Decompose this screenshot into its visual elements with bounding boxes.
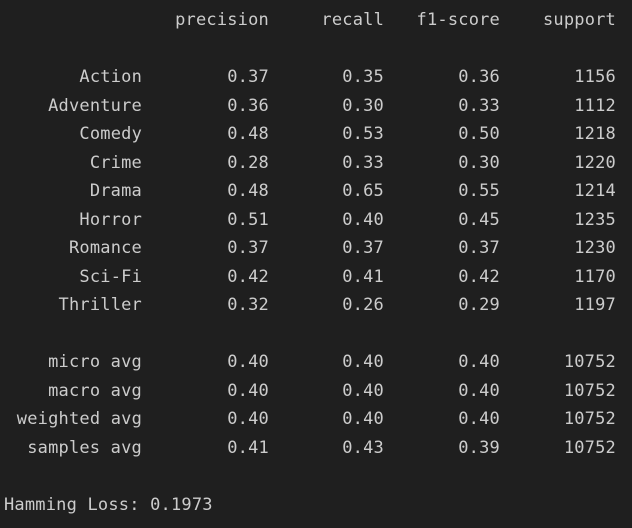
row-precision: 0.32 xyxy=(227,295,269,315)
row-f1-score: 0.33 xyxy=(458,96,500,116)
row-support: 1197 xyxy=(574,295,616,315)
report-row: Sci-Fi 0.42 0.41 0.42 1170 xyxy=(0,263,632,291)
row-support: 1230 xyxy=(574,238,616,258)
row-precision: 0.42 xyxy=(227,267,269,287)
avg-precision: 0.40 xyxy=(227,381,269,401)
row-f1-score: 0.30 xyxy=(458,153,500,173)
report-row: Crime 0.28 0.33 0.30 1220 xyxy=(0,149,632,177)
average-row: micro avg 0.40 0.40 0.40 10752 xyxy=(0,348,632,376)
row-precision: 0.28 xyxy=(227,153,269,173)
row-f1-score: 0.42 xyxy=(458,267,500,287)
row-label: Sci-Fi xyxy=(79,267,142,287)
avg-recall: 0.40 xyxy=(342,381,384,401)
row-recall: 0.65 xyxy=(342,181,384,201)
row-support: 1218 xyxy=(574,124,616,144)
average-row: weighted avg 0.40 0.40 0.40 10752 xyxy=(0,405,632,433)
header-f1-score: f1-score xyxy=(416,10,500,30)
row-precision: 0.48 xyxy=(227,124,269,144)
report-row: Comedy 0.48 0.53 0.50 1218 xyxy=(0,120,632,148)
row-precision: 0.37 xyxy=(227,238,269,258)
row-f1-score: 0.37 xyxy=(458,238,500,258)
row-f1-score: 0.55 xyxy=(458,181,500,201)
row-precision: 0.36 xyxy=(227,96,269,116)
row-label: Horror xyxy=(79,210,142,230)
avg-precision: 0.40 xyxy=(227,409,269,429)
row-label: Drama xyxy=(89,181,142,201)
row-recall: 0.35 xyxy=(342,67,384,87)
average-row: samples avg 0.41 0.43 0.39 10752 xyxy=(0,434,632,462)
avg-f1-score: 0.40 xyxy=(458,409,500,429)
avg-label: samples avg xyxy=(27,438,142,458)
row-recall: 0.41 xyxy=(342,267,384,287)
row-label: Adventure xyxy=(48,96,142,116)
row-precision: 0.37 xyxy=(227,67,269,87)
row-recall: 0.26 xyxy=(342,295,384,315)
avg-f1-score: 0.39 xyxy=(458,438,500,458)
row-f1-score: 0.36 xyxy=(458,67,500,87)
avg-f1-score: 0.40 xyxy=(458,352,500,372)
row-recall: 0.30 xyxy=(342,96,384,116)
avg-recall: 0.43 xyxy=(342,438,384,458)
row-recall: 0.40 xyxy=(342,210,384,230)
report-header-row: precision recall f1-score support xyxy=(0,6,632,34)
row-f1-score: 0.50 xyxy=(458,124,500,144)
row-support: 1235 xyxy=(574,210,616,230)
hamming-loss-line: Hamming Loss: 0.1973 xyxy=(4,495,213,515)
avg-label: micro avg xyxy=(48,352,142,372)
row-f1-score: 0.45 xyxy=(458,210,500,230)
row-precision: 0.51 xyxy=(227,210,269,230)
row-label: Crime xyxy=(89,153,142,173)
report-row: Drama 0.48 0.65 0.55 1214 xyxy=(0,177,632,205)
avg-recall: 0.40 xyxy=(342,409,384,429)
avg-precision: 0.40 xyxy=(227,352,269,372)
row-support: 1220 xyxy=(574,153,616,173)
header-recall: recall xyxy=(321,10,384,30)
row-label: Romance xyxy=(68,238,142,258)
row-recall: 0.37 xyxy=(342,238,384,258)
avg-support: 10752 xyxy=(563,381,616,401)
row-label: Thriller xyxy=(58,295,142,315)
average-row: macro avg 0.40 0.40 0.40 10752 xyxy=(0,377,632,405)
report-row: Thriller 0.32 0.26 0.29 1197 xyxy=(0,291,632,319)
row-support: 1112 xyxy=(574,96,616,116)
row-label: Action xyxy=(79,67,142,87)
avg-label: macro avg xyxy=(48,381,142,401)
row-support: 1170 xyxy=(574,267,616,287)
cell-output: precision recall f1-score support Action… xyxy=(0,0,632,528)
avg-f1-score: 0.40 xyxy=(458,381,500,401)
report-row: Adventure 0.36 0.30 0.33 1112 xyxy=(0,92,632,120)
avg-support: 10752 xyxy=(563,352,616,372)
report-row: Romance 0.37 0.37 0.37 1230 xyxy=(0,234,632,262)
row-precision: 0.48 xyxy=(227,181,269,201)
row-f1-score: 0.29 xyxy=(458,295,500,315)
row-support: 1156 xyxy=(574,67,616,87)
avg-label: weighted avg xyxy=(16,409,142,429)
avg-recall: 0.40 xyxy=(342,352,384,372)
report-row: Action 0.37 0.35 0.36 1156 xyxy=(0,63,632,91)
report-row: Horror 0.51 0.40 0.45 1235 xyxy=(0,206,632,234)
row-recall: 0.53 xyxy=(342,124,384,144)
avg-precision: 0.41 xyxy=(227,438,269,458)
avg-support: 10752 xyxy=(563,438,616,458)
row-recall: 0.33 xyxy=(342,153,384,173)
row-support: 1214 xyxy=(574,181,616,201)
row-label: Comedy xyxy=(79,124,142,144)
header-support: support xyxy=(542,10,616,30)
avg-support: 10752 xyxy=(563,409,616,429)
header-precision: precision xyxy=(175,10,269,30)
